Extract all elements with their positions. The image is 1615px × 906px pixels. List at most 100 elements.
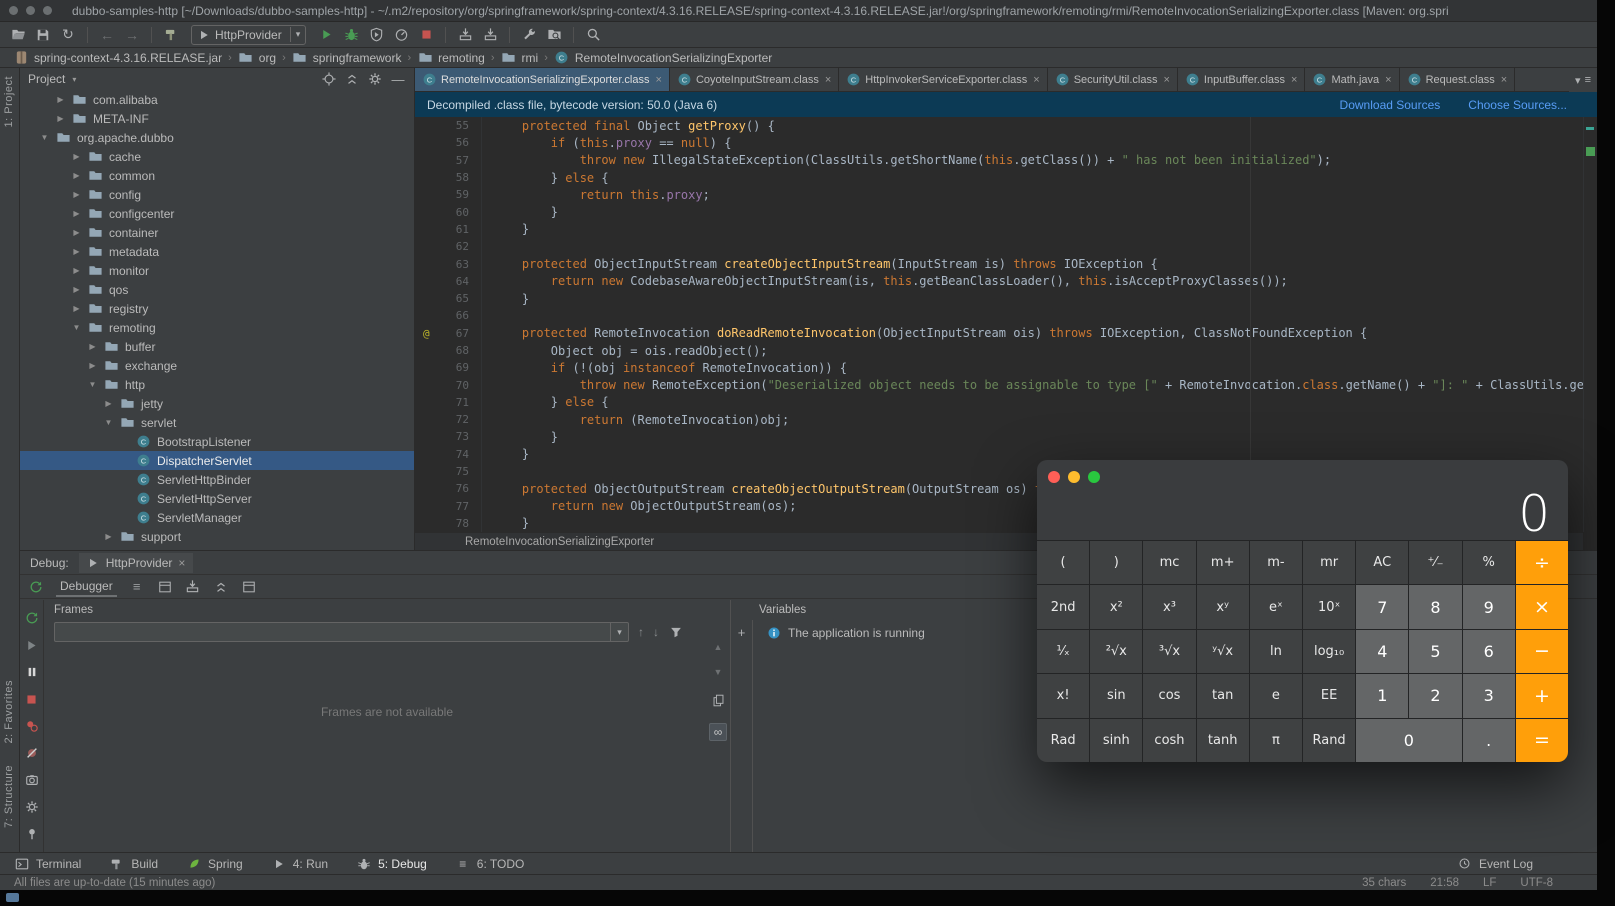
code-line[interactable]: 58 } else {	[415, 169, 1583, 186]
calc-key[interactable]: .	[1463, 719, 1515, 762]
calc-key[interactable]: ÷	[1516, 541, 1568, 584]
next-frame-icon[interactable]: ↓	[653, 625, 659, 639]
toolwindow-button-terminal[interactable]: Terminal	[14, 856, 81, 872]
calc-key[interactable]: ³√x	[1143, 630, 1195, 673]
code-line[interactable]: 73 }	[415, 428, 1583, 445]
code-line[interactable]: @67 protected RemoteInvocation doReadRem…	[415, 325, 1583, 342]
rerun-icon[interactable]	[24, 610, 40, 626]
close-icon[interactable]: ×	[1501, 74, 1507, 86]
breadcrumb-item[interactable]: rmi	[498, 50, 542, 66]
calc-key[interactable]: 2nd	[1037, 585, 1089, 628]
chevron-down-icon[interactable]: ▾	[610, 623, 628, 641]
stop-button[interactable]	[416, 25, 436, 45]
editor-tab[interactable]: CInputBuffer.class×	[1178, 68, 1306, 91]
sync-icon[interactable]: ↻	[58, 25, 78, 45]
tree-row[interactable]: ▶monitor	[20, 261, 414, 280]
hidden-tabs-icon[interactable]: ▾	[1575, 74, 1581, 87]
calc-key[interactable]: e	[1250, 674, 1302, 717]
code-line[interactable]: 55 protected final Object getProxy() {	[415, 117, 1583, 134]
tree-row[interactable]: ▶qos	[20, 280, 414, 299]
calc-key[interactable]: tanh	[1197, 719, 1249, 762]
close-icon[interactable]: ×	[1291, 74, 1297, 86]
export-threads-icon[interactable]	[185, 579, 201, 595]
calc-key[interactable]: )	[1090, 541, 1142, 584]
calc-key[interactable]: mr	[1303, 541, 1355, 584]
minimize-button[interactable]	[26, 6, 35, 15]
tab-menu-icon[interactable]: ≡	[1585, 74, 1591, 86]
calc-key[interactable]: tan	[1197, 674, 1249, 717]
camera-icon[interactable]	[24, 772, 40, 788]
close-icon[interactable]: ×	[825, 74, 831, 86]
search-icon[interactable]	[583, 25, 603, 45]
watch-return-values-icon[interactable]: ∞	[709, 723, 727, 741]
code-line[interactable]: 62	[415, 238, 1583, 255]
chevron-collapsed-icon[interactable]: ▶	[86, 361, 99, 370]
locate-file-icon[interactable]	[321, 71, 337, 87]
calc-key[interactable]: 0	[1356, 719, 1461, 762]
calc-key[interactable]: mc	[1143, 541, 1195, 584]
tree-row[interactable]: ▶jetty	[20, 394, 414, 413]
code-line[interactable]: 69 if (!(obj instanceof RemoteInvocation…	[415, 359, 1583, 376]
copy-icon[interactable]	[710, 692, 726, 708]
tree-row[interactable]: CServletManager	[20, 508, 414, 527]
close-button[interactable]	[1048, 471, 1060, 483]
tree-row[interactable]: ▶metadata	[20, 242, 414, 261]
restore-layout-icon[interactable]	[157, 579, 173, 595]
editor-tab[interactable]: CCoyoteInputStream.class×	[670, 68, 839, 91]
code-line[interactable]: 60 }	[415, 203, 1583, 220]
status-message[interactable]: All files are up-to-date (15 minutes ago…	[14, 877, 215, 889]
tree-row[interactable]: ▼remoting	[20, 318, 414, 337]
code-line[interactable]: 70 throw new RemoteException("Deserializ…	[415, 376, 1583, 393]
code-line[interactable]: 71 } else {	[415, 394, 1583, 411]
code-line[interactable]: 68 Object obj = ois.readObject();	[415, 342, 1583, 359]
chevron-expanded-icon[interactable]: ▼	[70, 323, 83, 332]
chevron-collapsed-icon[interactable]: ▶	[86, 342, 99, 351]
breadcrumb-item[interactable]: remoting	[414, 50, 488, 66]
code-line[interactable]: 61 }	[415, 221, 1583, 238]
breadcrumb-item[interactable]: springframework	[289, 50, 405, 66]
tab-debugger[interactable]: Debugger	[56, 577, 117, 597]
tree-row[interactable]: ▶META-INF	[20, 109, 414, 128]
back-icon[interactable]: ←	[97, 25, 117, 45]
rerun-icon[interactable]	[28, 579, 44, 595]
calc-key[interactable]: ×	[1516, 585, 1568, 628]
download-sources-link[interactable]: Download Sources	[1340, 98, 1441, 112]
close-icon[interactable]: ×	[1385, 74, 1391, 86]
editor-tab[interactable]: CSecurityUtil.class×	[1048, 68, 1178, 91]
zoom-button[interactable]	[43, 6, 52, 15]
calc-key[interactable]: 10ˣ	[1303, 585, 1355, 628]
editor-scrollbar[interactable]	[1583, 117, 1597, 532]
chevron-collapsed-icon[interactable]: ▶	[54, 95, 67, 104]
tree-row[interactable]: CDispatcherServlet	[20, 451, 414, 470]
chevron-collapsed-icon[interactable]: ▶	[70, 266, 83, 275]
thread-selector[interactable]: ▾	[54, 622, 629, 642]
calc-key[interactable]: Rand	[1303, 719, 1355, 762]
breadcrumb-item[interactable]: CRemoteInvocationSerializingExporter	[551, 50, 775, 66]
tree-row[interactable]: CBootstrapListener	[20, 432, 414, 451]
sidebar-item-favorites[interactable]: 2: Favorites	[3, 680, 17, 743]
toolwindow-button-spring[interactable]: Spring	[186, 856, 243, 872]
calc-key[interactable]: 4	[1356, 630, 1408, 673]
tree-row[interactable]: ▶configcenter	[20, 204, 414, 223]
collapse-all-icon[interactable]	[344, 71, 360, 87]
code-line[interactable]: 57 throw new IllegalStateException(Class…	[415, 152, 1583, 169]
calc-key[interactable]: 1	[1356, 674, 1408, 717]
tree-row[interactable]: CServletHttpBinder	[20, 470, 414, 489]
code-line[interactable]: 65 }	[415, 290, 1583, 307]
tree-row[interactable]: ▶buffer	[20, 337, 414, 356]
run-configuration-select[interactable]: HttpProvider ▾	[191, 25, 306, 45]
minimize-button[interactable]	[1068, 471, 1080, 483]
chevron-collapsed-icon[interactable]: ▶	[70, 304, 83, 313]
chevron-expanded-icon[interactable]: ▼	[102, 418, 115, 427]
calc-key[interactable]: 8	[1409, 585, 1461, 628]
calc-key[interactable]: cosh	[1143, 719, 1195, 762]
collapse-frames-icon[interactable]	[213, 579, 229, 595]
settings-icon[interactable]	[24, 799, 40, 815]
close-icon[interactable]: ×	[656, 74, 662, 86]
status-item[interactable]: 21:58	[1430, 877, 1459, 889]
filter-frames-icon[interactable]	[668, 624, 684, 640]
calc-key[interactable]: ²√x	[1090, 630, 1142, 673]
calc-key[interactable]: m+	[1197, 541, 1249, 584]
toolwindow-button-6-todo[interactable]: ≡6: TODO	[455, 856, 525, 872]
code-line[interactable]: 56 if (this.proxy == null) {	[415, 134, 1583, 151]
